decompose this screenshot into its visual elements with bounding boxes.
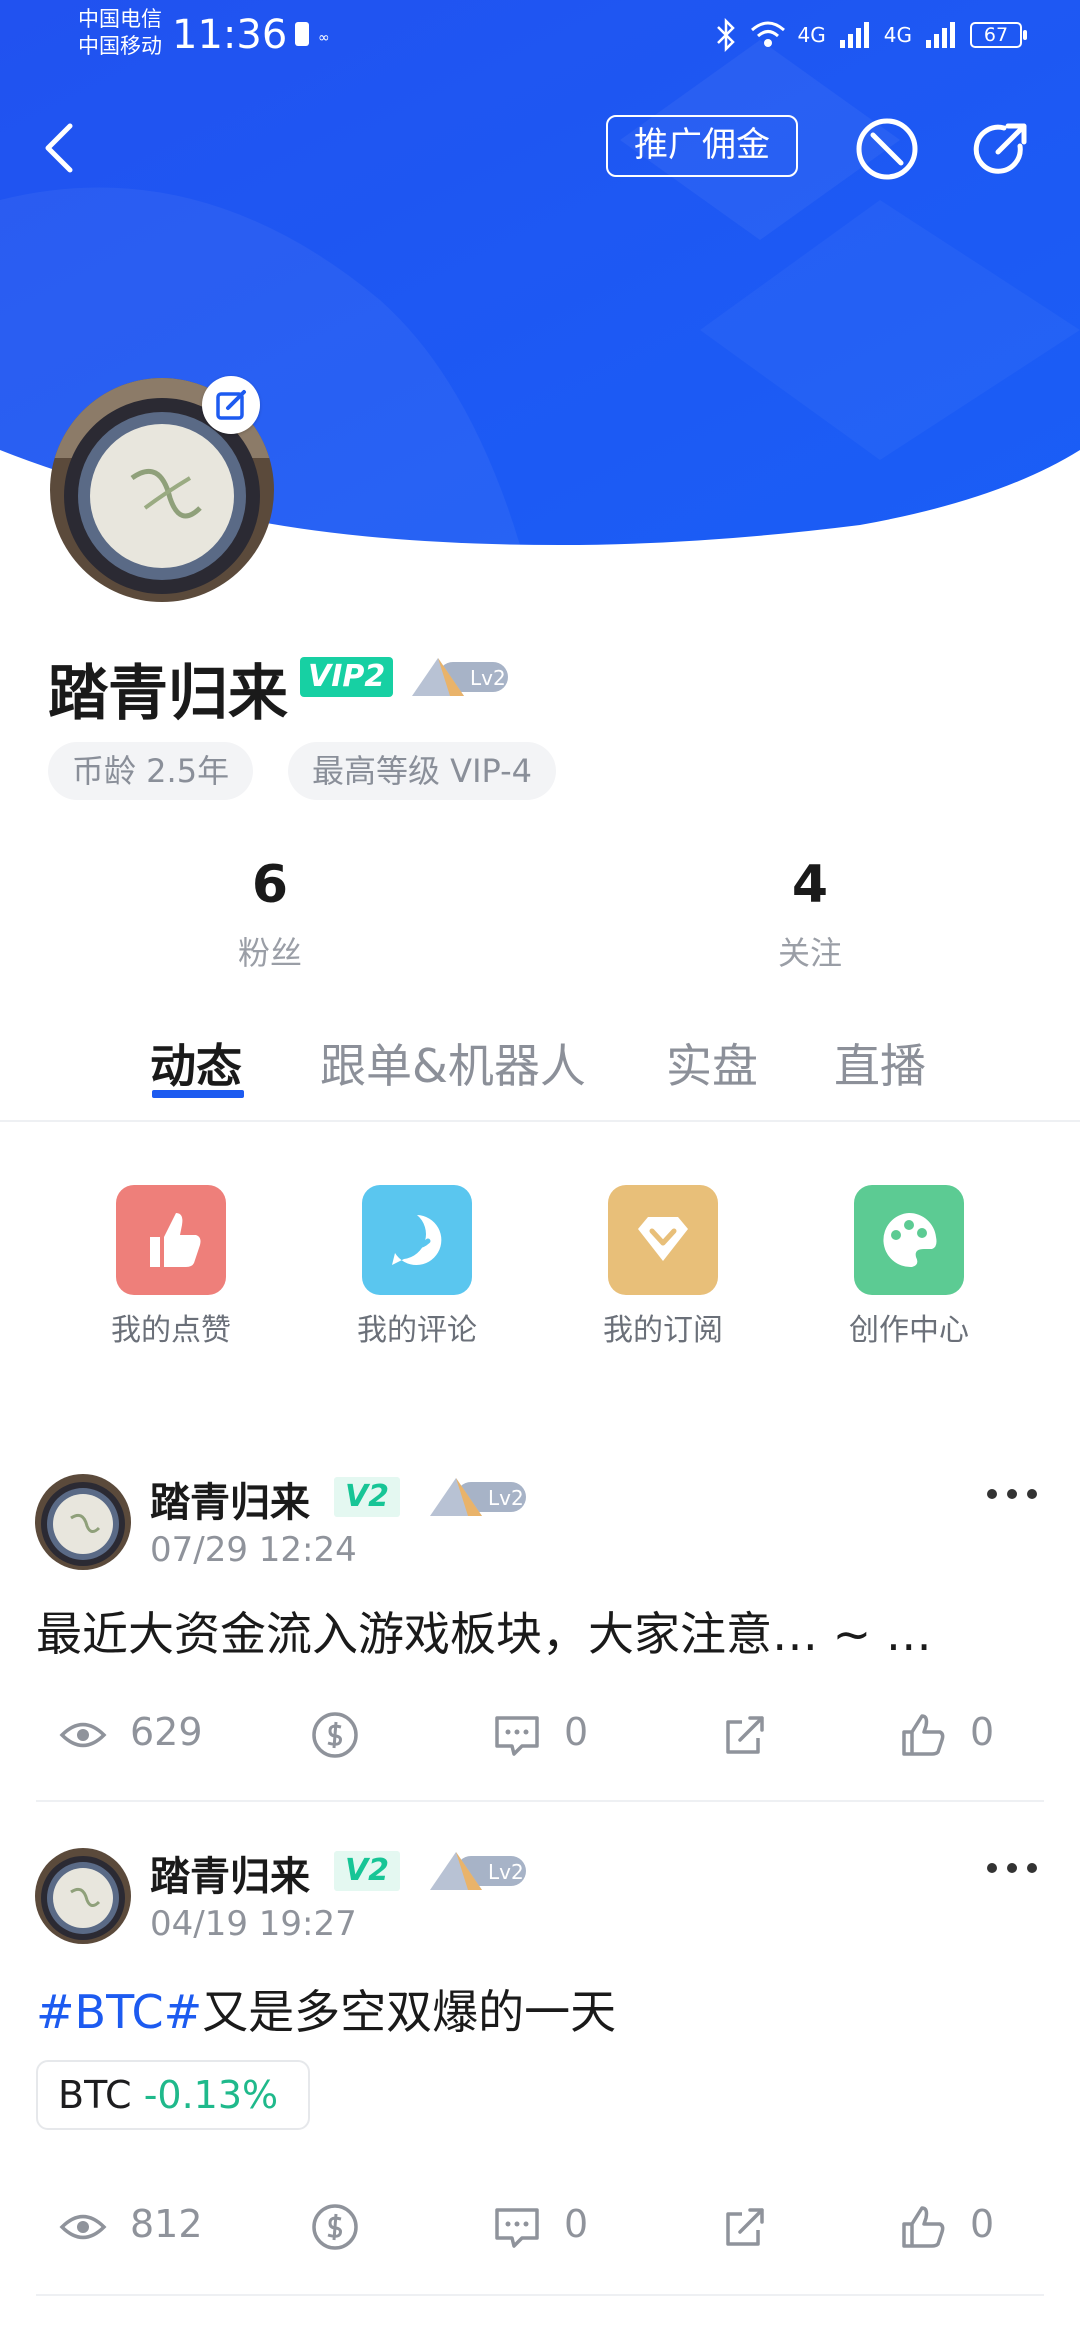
post-author-name[interactable]: 踏青归来: [150, 1470, 310, 1528]
post-body[interactable]: 最近大资金流入游戏板块，大家注意… ~ …: [36, 1598, 932, 1664]
likes-count: 0: [970, 2202, 995, 2246]
level-badge: Lv2: [412, 658, 508, 696]
my-subscriptions-label[interactable]: 我的订阅: [563, 1305, 763, 1349]
diamond-icon[interactable]: [608, 1185, 718, 1295]
post-body[interactable]: #BTC#又是多空双爆的一天: [36, 1976, 616, 2042]
comments-count: 0: [564, 2202, 589, 2246]
followers-label[interactable]: 粉丝: [170, 928, 370, 974]
chat-bubble-icon[interactable]: [362, 1185, 472, 1295]
tab-divider: [0, 1120, 1080, 1122]
more-options-icon[interactable]: [984, 1486, 1040, 1502]
share-icon[interactable]: [720, 1710, 770, 1760]
bluetooth-icon: [716, 18, 735, 52]
vip-badge: V2: [334, 1851, 400, 1891]
palette-icon[interactable]: [854, 1185, 964, 1295]
svg-text:∞: ∞: [318, 30, 330, 46]
svg-text:Lv2: Lv2: [470, 666, 506, 690]
my-comments-label[interactable]: 我的评论: [317, 1305, 517, 1349]
battery-indicator: 67: [970, 22, 1027, 48]
likes-count: 0: [970, 1710, 995, 1754]
tip-coin-icon[interactable]: [310, 2202, 360, 2252]
tab-activity[interactable]: 动态: [150, 1030, 242, 1096]
views-count: 812: [130, 2202, 203, 2246]
post-timestamp: 04/19 19:27: [150, 1904, 357, 1944]
svg-text:Lv2: Lv2: [488, 1860, 524, 1884]
views-count: 629: [130, 1710, 203, 1754]
coin-change: -0.13%: [143, 2073, 279, 2117]
creator-center-label[interactable]: 创作中心: [809, 1305, 1009, 1349]
tab-live-trading[interactable]: 实盘: [666, 1030, 758, 1096]
followers-count[interactable]: 6: [170, 855, 370, 915]
active-tab-indicator: [152, 1090, 244, 1098]
promotion-commission-button[interactable]: 推广佣金: [606, 115, 798, 177]
coin-symbol: BTC: [58, 2073, 132, 2117]
tab-copytrade-bots[interactable]: 跟单&机器人: [320, 1030, 586, 1096]
tip-coin-icon[interactable]: [310, 1710, 360, 1760]
share-icon[interactable]: [720, 2202, 770, 2252]
post-timestamp: 07/29 12:24: [150, 1530, 357, 1570]
edit-avatar-icon[interactable]: [202, 376, 260, 434]
share-icon[interactable]: [968, 116, 1034, 182]
post-author-avatar[interactable]: [35, 1848, 131, 1944]
my-likes-label[interactable]: 我的点赞: [71, 1305, 271, 1349]
comments-count: 0: [564, 1710, 589, 1754]
svg-text:Lv2: Lv2: [488, 1486, 524, 1510]
carrier-1: 中国电信: [78, 7, 162, 31]
level-badge: Lv2: [430, 1478, 526, 1516]
like-icon[interactable]: [898, 1710, 948, 1760]
comment-icon[interactable]: [492, 1710, 542, 1760]
coin-age-chip: 币龄 2.5年: [48, 742, 254, 800]
coin-price-chip[interactable]: BTC -0.13%: [36, 2060, 310, 2130]
network-type-1: 4G: [797, 23, 826, 47]
like-icon[interactable]: [898, 2202, 948, 2252]
signal-icon-2: [926, 22, 955, 48]
vip-badge: V2: [334, 1477, 400, 1517]
signal-icon: [839, 22, 869, 48]
post-hashtag[interactable]: #BTC#: [36, 1985, 202, 2039]
wifi-icon: [750, 21, 785, 47]
network-type-2: 4G: [883, 23, 912, 47]
vip-badge: VIP2: [300, 657, 394, 697]
post-divider: [36, 2294, 1044, 2296]
level-badge: Lv2: [430, 1852, 526, 1890]
views-eye-icon: [59, 2214, 107, 2240]
post-text: 又是多空双爆的一天: [202, 1985, 617, 2039]
following-label[interactable]: 关注: [710, 928, 910, 974]
back-arrow-icon[interactable]: [40, 120, 80, 176]
max-level-chip: 最高等级 VIP-4: [288, 742, 557, 800]
profile-name: 踏青归来: [48, 659, 288, 729]
alarm-silent-icon: ∞: [295, 22, 330, 46]
post-author-name[interactable]: 踏青归来: [150, 1844, 310, 1902]
carrier-2: 中国移动: [78, 34, 162, 58]
status-bar: 中国电信 中国移动 11:36 ∞ 4G 4G 67: [0, 0, 1080, 70]
more-options-icon[interactable]: [984, 1860, 1040, 1876]
views-eye-icon: [59, 1722, 107, 1748]
tab-live-stream[interactable]: 直播: [834, 1030, 926, 1096]
post-divider: [36, 1800, 1044, 1802]
block-icon[interactable]: [854, 116, 920, 182]
post-author-avatar[interactable]: [35, 1474, 131, 1570]
following-count[interactable]: 4: [710, 855, 910, 915]
carrier-names: 中国电信 中国移动: [78, 6, 162, 60]
status-time: 11:36: [172, 12, 288, 58]
system-icons: 4G 4G 67: [714, 18, 1027, 52]
comment-icon[interactable]: [492, 2202, 542, 2252]
thumbs-up-icon[interactable]: [116, 1185, 226, 1295]
